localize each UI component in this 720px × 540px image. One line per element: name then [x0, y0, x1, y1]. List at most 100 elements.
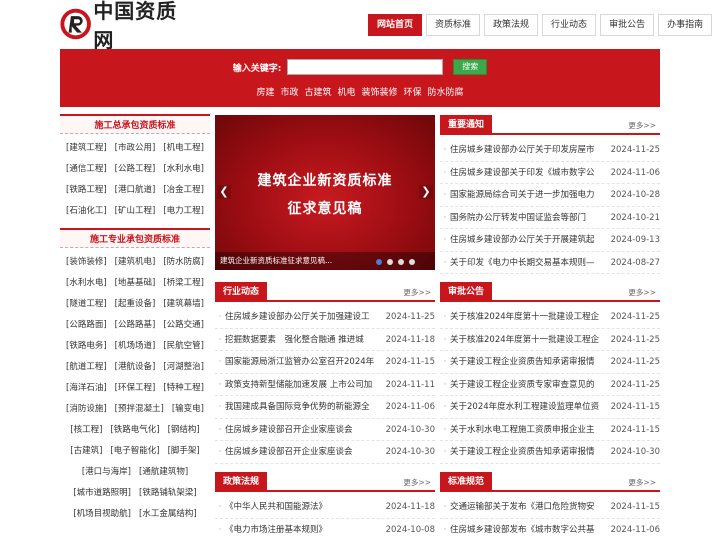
list-item[interactable]: · 住房城乡建设部办公厅关于开展建筑起 2024-09-13 — [440, 229, 660, 252]
list-item[interactable]: · 关于印发《电力中长期交易基本规则— 2024-08-27 — [440, 252, 660, 274]
chevron-left-icon[interactable]: ❮ — [217, 185, 231, 199]
search-button[interactable]: 搜索 — [453, 59, 488, 75]
news-title[interactable]: 交通运输部关于发布《港口危险货物安 — [450, 496, 604, 518]
category-link[interactable]: [脚手架] — [164, 441, 204, 462]
category-link[interactable]: [核工程] — [66, 420, 106, 441]
more-link[interactable]: 更多>> — [403, 477, 431, 488]
category-link[interactable]: [铁路铺轨架梁] — [135, 483, 201, 504]
category-link[interactable]: [特种工程] — [159, 378, 208, 399]
news-title[interactable]: 关于建设工程企业资质专家审查意见的 — [450, 374, 604, 396]
category-link[interactable]: [民航空管] — [159, 336, 208, 357]
category-link[interactable]: [机场场道] — [111, 336, 160, 357]
news-title[interactable]: 住房城乡建设部办公厅关于加强建设工 — [225, 306, 379, 328]
news-title[interactable]: 住房城乡建设部办公厅关于开展建筑起 — [450, 229, 604, 251]
category-link[interactable]: [环保工程] — [111, 378, 160, 399]
list-item[interactable]: · 关于核准2024年度第十一批建设工程企 2024-11-25 — [440, 306, 660, 329]
category-link[interactable]: [市政公用] — [111, 138, 160, 159]
category-link[interactable]: [铁路电务] — [62, 336, 111, 357]
category-link[interactable]: [铁路电气化] — [106, 420, 163, 441]
category-link[interactable]: [铁路工程] — [62, 180, 111, 201]
slider-dot[interactable] — [409, 259, 415, 265]
category-link[interactable]: [消防设施] — [62, 399, 111, 420]
section-title[interactable]: 施工专业承包资质标准 — [60, 228, 210, 248]
news-title[interactable]: 住房城乡建设部召开企业家座谈会 — [225, 441, 379, 463]
news-title[interactable]: 关于印发《电力中长期交易基本规则— — [450, 252, 604, 274]
category-link[interactable]: [海洋石油] — [62, 378, 111, 399]
category-link[interactable]: [古建筑] — [66, 441, 106, 462]
category-link[interactable]: [装饰装修] — [62, 252, 111, 273]
list-item[interactable]: · 关于建设工程企业资质告知承诺审报情 2024-10-30 — [440, 441, 660, 464]
news-title[interactable]: 住房城乡建设部办公厅关于印发房屋市 — [450, 139, 604, 161]
slider-dot[interactable] — [398, 259, 404, 265]
list-item[interactable]: · 关于核准2024年度第十一批建设工程企 2024-11-25 — [440, 329, 660, 351]
hot-keyword-link[interactable]: 防水防腐 — [428, 88, 464, 98]
news-title[interactable]: 关于2024年度水利工程建设监理单位资 — [450, 396, 604, 418]
list-item[interactable]: · 住房城乡建设部办公厅关于加强建设工 2024-11-25 — [215, 306, 435, 329]
list-item[interactable]: · 住房城乡建设部关于印发《城市数字公 2024-11-06 — [440, 162, 660, 184]
category-link[interactable]: [桥梁工程] — [159, 273, 208, 294]
news-title[interactable]: 挖掘数据要素 强化整合融通 推进城 — [225, 329, 379, 351]
category-link[interactable]: [防水防腐] — [159, 252, 208, 273]
news-title[interactable]: 关于核准2024年度第十一批建设工程企 — [450, 329, 604, 351]
category-link[interactable]: [港航设备] — [111, 357, 160, 378]
list-item[interactable]: · 交通运输部关于发布《港口危险货物安 2024-11-15 — [440, 496, 660, 519]
nav-home[interactable]: 网站首页 — [368, 14, 423, 36]
more-link[interactable]: 更多>> — [628, 287, 656, 298]
list-item[interactable]: · 关于2024年度水利工程建设监理单位资 2024-11-15 — [440, 396, 660, 419]
category-link[interactable]: [地基基础] — [111, 273, 160, 294]
category-link[interactable]: [河湖整治] — [159, 357, 208, 378]
nav-service-guide[interactable]: 办事指南 — [658, 14, 713, 36]
news-title[interactable]: 关于水利水电工程施工资质申报企业主 — [450, 419, 604, 441]
hot-keyword-link[interactable]: 房建 — [256, 88, 274, 98]
list-item[interactable]: · 国家能源局综合司关于进一步加强电力 2024-10-28 — [440, 184, 660, 207]
news-title[interactable]: 《中华人民共和国能源法》 — [225, 496, 379, 518]
category-link[interactable]: [冶金工程] — [159, 180, 208, 201]
list-item[interactable]: · 关于建设工程企业资质告知承诺审报情 2024-11-25 — [440, 351, 660, 374]
list-item[interactable]: · 住房城乡建设部办公厅关于印发房屋市 2024-11-25 — [440, 139, 660, 162]
category-link[interactable]: [机电工程] — [159, 138, 208, 159]
category-link[interactable]: [电子智能化] — [106, 441, 163, 462]
news-title[interactable]: 我国建成具备国际竞争优势的新能源全 — [225, 396, 379, 418]
category-link[interactable]: [公路路基] — [111, 315, 160, 336]
slider-dot[interactable] — [376, 259, 382, 265]
category-link[interactable]: [石油化工] — [62, 201, 111, 222]
list-item[interactable]: · 国家能源局浙江监管办公室召开2024年 2024-11-15 — [215, 351, 435, 374]
category-link[interactable]: [公路工程] — [111, 159, 160, 180]
category-link[interactable]: [水利水电] — [159, 159, 208, 180]
more-link[interactable]: 更多>> — [403, 287, 431, 298]
category-link[interactable]: [港口航道] — [111, 180, 160, 201]
news-title[interactable]: 国家能源局综合司关于进一步加强电力 — [450, 184, 604, 206]
list-item[interactable]: · 《电力市场注册基本规则》 2024-10-08 — [215, 519, 435, 540]
banner-slider[interactable]: 建筑企业新资质标准 征求意见稿 ❮ ❯ 建筑企业新资质标准征求意见稿... — [215, 115, 435, 270]
list-item[interactable]: · 政策支持新型储能加速发展 上市公司加 2024-11-11 — [215, 374, 435, 396]
nav-qualification-standards[interactable]: 资质标准 — [426, 14, 481, 36]
category-link[interactable]: [输变电] — [168, 399, 208, 420]
category-link[interactable]: [电力工程] — [159, 201, 208, 222]
category-link[interactable]: [机场目视助航] — [69, 504, 135, 525]
list-item[interactable]: · 住房城乡建设部召开企业家座谈会 2024-10-30 — [215, 441, 435, 464]
category-link[interactable]: [公路路面] — [62, 315, 111, 336]
nav-approval-notices[interactable]: 审批公告 — [600, 14, 655, 36]
hot-keyword-link[interactable]: 装饰装修 — [362, 88, 398, 98]
site-logo[interactable]: 中国资质网 — [60, 0, 190, 52]
hot-keyword-link[interactable]: 古建筑 — [304, 88, 331, 98]
category-link[interactable]: [隧道工程] — [62, 294, 111, 315]
list-item[interactable]: · 关于建设工程企业资质专家审查意见的 2024-11-25 — [440, 374, 660, 396]
category-link[interactable]: [矿山工程] — [111, 201, 160, 222]
news-title[interactable]: 关于建设工程企业资质告知承诺审报情 — [450, 441, 604, 463]
list-item[interactable]: · 挖掘数据要素 强化整合融通 推进城 2024-11-18 — [215, 329, 435, 351]
category-link[interactable]: [起重设备] — [111, 294, 160, 315]
slider-dot[interactable] — [387, 259, 393, 265]
more-link[interactable]: 更多>> — [628, 120, 656, 131]
category-link[interactable]: [港口与海岸] — [78, 462, 135, 483]
category-link[interactable]: [水利水电] — [62, 273, 111, 294]
news-title[interactable]: 关于核准2024年度第十一批建设工程企 — [450, 306, 604, 328]
category-link[interactable]: [建筑工程] — [62, 138, 111, 159]
news-title[interactable]: 国务院办公厅转发中国证监会等部门 — [450, 207, 604, 229]
chevron-right-icon[interactable]: ❯ — [419, 185, 433, 199]
category-link[interactable]: [通航建筑物] — [135, 462, 192, 483]
more-link[interactable]: 更多>> — [628, 477, 656, 488]
section-title[interactable]: 施工总承包资质标准 — [60, 114, 210, 134]
category-link[interactable]: [公路交通] — [159, 315, 208, 336]
news-title[interactable]: 《电力市场注册基本规则》 — [225, 519, 379, 540]
